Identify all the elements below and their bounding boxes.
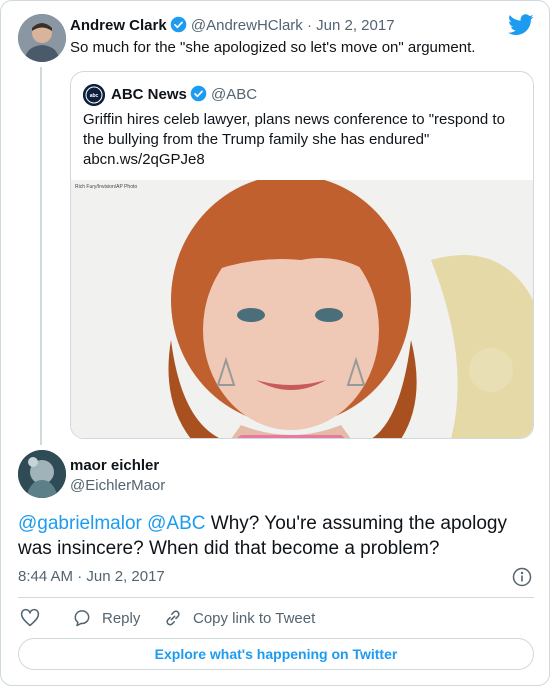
mention-link[interactable]: @gabrielmalor — [18, 513, 142, 534]
reply-tweet-text: @gabrielmalor @ABC Why? You're assuming … — [18, 511, 540, 561]
heart-icon — [20, 608, 40, 627]
reply-label: Reply — [102, 609, 141, 627]
quoted-tweet-photo[interactable]: Rich Fury/Invision/AP Photo — [71, 180, 533, 438]
twitter-bird-icon[interactable] — [508, 14, 534, 36]
author-handle[interactable]: @AndrewHClark — [191, 17, 303, 34]
copy-link-label: Copy link to Tweet — [193, 609, 316, 627]
copy-link-button[interactable]: Copy link to Tweet — [163, 605, 315, 631]
avatar[interactable] — [18, 450, 66, 498]
quoted-header: ABC News @ABC — [111, 85, 257, 105]
tweet-header: Andrew Clark @AndrewHClark · Jun 2, 2017 — [70, 16, 395, 36]
tweet-actions: Reply Copy link to Tweet — [18, 605, 534, 631]
tweet-timestamp[interactable]: 8:44 AM · Jun 2, 2017 — [18, 567, 165, 587]
separator-dot: · — [306, 17, 312, 34]
tweet-text: So much for the "she apologized so let's… — [70, 39, 476, 56]
explore-twitter-button[interactable]: Explore what's happening on Twitter — [18, 638, 534, 670]
abc-news-logo-icon: abc — [83, 84, 105, 106]
mention-link[interactable]: @ABC — [147, 513, 205, 534]
quoted-author-handle[interactable]: @ABC — [211, 86, 257, 103]
thread-connector-line — [40, 67, 42, 445]
reply-bubble-icon — [74, 610, 90, 627]
author-name[interactable]: maor eichler — [70, 456, 159, 476]
avatar[interactable] — [18, 14, 66, 62]
photo-credit: Rich Fury/Invision/AP Photo — [75, 184, 138, 190]
divider — [18, 597, 534, 598]
svg-text:abc: abc — [90, 93, 99, 99]
verified-badge-icon — [190, 85, 207, 102]
author-name[interactable]: Andrew Clark — [70, 17, 167, 34]
like-button[interactable] — [20, 605, 40, 631]
tweet-embed-card: Andrew Clark @AndrewHClark · Jun 2, 2017… — [0, 0, 550, 686]
link-icon — [166, 610, 180, 626]
info-icon[interactable] — [512, 567, 532, 587]
quoted-tweet-text: Griffin hires celeb lawyer, plans news c… — [83, 111, 505, 168]
author-handle[interactable]: @EichlerMaor — [70, 476, 165, 496]
reply-button[interactable]: Reply — [72, 605, 140, 631]
verified-badge-icon — [170, 16, 186, 33]
quoted-author-name[interactable]: ABC News — [111, 86, 187, 103]
quoted-tweet[interactable]: abc ABC News @ABC Griffin hires celeb la… — [70, 71, 534, 439]
tweet-date[interactable]: Jun 2, 2017 — [316, 17, 394, 34]
